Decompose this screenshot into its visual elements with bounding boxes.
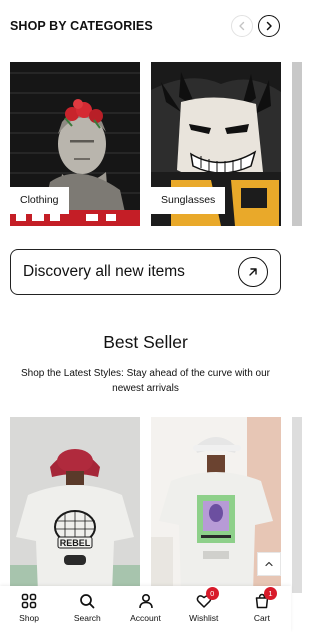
cart-icon: 1 — [252, 587, 277, 610]
heart-icon: 0 — [194, 587, 219, 610]
chevron-up-icon — [265, 561, 273, 567]
category-card-sunglasses[interactable]: Sunglasses — [151, 62, 281, 226]
chevron-left-icon — [239, 21, 245, 31]
chevron-right-icon — [266, 21, 272, 31]
best-seller-subtitle: Shop the Latest Styles: Stay ahead of th… — [20, 368, 271, 394]
wishlist-count-badge: 0 — [205, 587, 219, 600]
tab-wishlist[interactable]: 0 Wishlist — [175, 586, 233, 632]
category-card-peek[interactable] — [292, 62, 302, 226]
category-label: Sunglasses — [151, 187, 226, 214]
cart-count-badge: 1 — [263, 587, 277, 600]
search-icon — [77, 592, 97, 610]
tab-label: Search — [73, 613, 101, 623]
grid-icon — [19, 592, 39, 610]
carousel-next-button[interactable] — [258, 15, 280, 37]
discover-label: Discovery all new items — [23, 263, 185, 280]
tab-label: Wishlist — [189, 613, 219, 623]
categories-header: SHOP BY CATEGORIES — [10, 12, 281, 40]
user-icon — [136, 592, 156, 610]
tab-label: Account — [130, 613, 161, 623]
bottom-tab-bar: Shop Search Account 0 Wishlist 1 Cart — [0, 586, 291, 632]
product-card-peek[interactable] — [292, 417, 302, 593]
section-title: SHOP BY CATEGORIES — [10, 19, 153, 33]
product-card-rebel-tee[interactable]: REBEL — [10, 417, 140, 593]
tab-account[interactable]: Account — [116, 586, 174, 632]
category-label: Clothing — [10, 187, 69, 214]
product-image: REBEL — [10, 417, 140, 593]
best-seller-title: Best Seller — [103, 332, 188, 352]
discover-all-items-button[interactable]: Discovery all new items — [10, 249, 281, 295]
tab-search[interactable]: Search — [58, 586, 116, 632]
tab-shop[interactable]: Shop — [0, 586, 58, 632]
carousel-prev-button[interactable] — [231, 15, 253, 37]
shirt-print-text: REBEL — [60, 538, 91, 548]
scroll-to-top-button[interactable] — [257, 552, 281, 576]
tab-label: Shop — [19, 613, 40, 623]
tab-cart[interactable]: 1 Cart — [233, 586, 291, 632]
category-card-clothing[interactable]: Clothing — [10, 62, 140, 226]
tab-label: Cart — [253, 613, 270, 623]
arrow-up-right-icon — [238, 257, 268, 287]
